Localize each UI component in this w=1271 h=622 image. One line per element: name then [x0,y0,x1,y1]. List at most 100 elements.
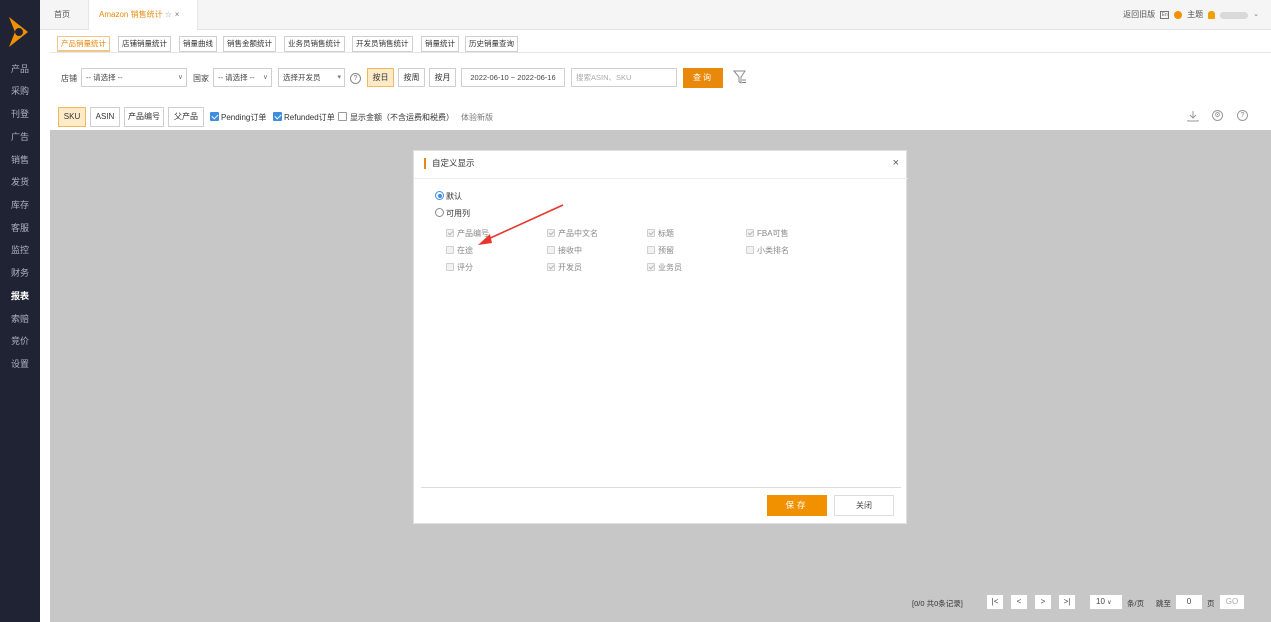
subtab[interactable]: 历史销量查询 [465,36,518,52]
dialog-title: 自定义显示 [424,158,475,169]
show-amount-label: 显示金额（不含运费和税费） [350,113,454,122]
close-icon[interactable]: × [175,10,180,19]
palette-icon [1174,11,1183,19]
subtab[interactable]: 产品销量统计 [57,36,110,52]
sidebar-item[interactable]: 采购 [0,85,40,97]
radio-available-columns[interactable] [435,208,444,217]
sidebar-item[interactable]: 索赔 [0,313,40,325]
sidebar-item[interactable]: 广告 [0,131,40,143]
pending-checkbox[interactable] [210,112,219,121]
show-amount-checkbox[interactable] [338,112,347,121]
sidebar: 产品采购刊登广告销售发货库存客服监控财务报表索赔竞价设置 [0,0,40,622]
column-checkbox[interactable] [746,229,754,237]
subtab[interactable]: 开发员销售统计 [352,36,413,52]
column-checkbox[interactable] [446,246,454,254]
sidebar-item[interactable]: 刊登 [0,108,40,120]
column-checkbox[interactable] [647,263,655,271]
settings-icon[interactable]: ⚙ [1212,110,1223,121]
country-select[interactable]: -- 请选择 -- ∨ [213,68,272,87]
column-checkbox-label: 评分 [457,263,473,272]
go-button[interactable]: GO [1219,594,1245,610]
column-checkbox[interactable] [547,263,555,271]
column-checkbox[interactable] [446,229,454,237]
developer-select[interactable]: 选择开发员 ▾ [278,68,345,87]
download-icon[interactable] [1187,110,1199,122]
query-button[interactable]: 查询 [683,68,723,88]
close-icon[interactable]: × [893,157,899,169]
prev-page-button[interactable]: < [1010,594,1028,610]
page-size-select[interactable]: 10 ∨ [1089,594,1123,610]
sidebar-item[interactable]: 库存 [0,199,40,211]
app-logo[interactable] [6,15,32,49]
sidebar-item[interactable]: 财务 [0,267,40,279]
screen-icon[interactable]: En [1160,11,1170,19]
sidebar-item[interactable]: 客服 [0,222,40,234]
user-icon [1208,11,1216,19]
new-version-link[interactable]: 体验新版 [461,112,493,123]
sidebar-item[interactable]: 设置 [0,358,40,370]
refunded-checkbox[interactable] [273,112,282,121]
parent-product-toggle[interactable]: 父产品 [168,107,204,127]
theme-button[interactable]: 主题 [1187,0,1203,30]
column-checkbox[interactable] [647,229,655,237]
column-checkbox[interactable] [746,246,754,254]
sidebar-item[interactable]: 竞价 [0,335,40,347]
top-right-tools: 返回旧版 En 主题 ⌄ [1123,0,1259,30]
save-button[interactable]: 保存 [767,495,827,516]
first-page-button[interactable]: |< [986,594,1004,610]
sidebar-item[interactable]: 销售 [0,154,40,166]
column-checkbox-label: FBA可售 [757,229,789,238]
radio-default[interactable] [435,191,444,200]
refunded-label: Refunded订单 [284,113,335,122]
by-month-button[interactable]: 按月 [429,68,456,87]
back-old-version-link[interactable]: 返回旧版 [1123,0,1155,30]
page-size-value: 10 [1096,597,1105,606]
filter-icon[interactable] [733,70,747,85]
subtab[interactable]: 销量曲线 [179,36,217,52]
column-checkbox-label: 预留 [658,246,674,255]
radio-available-label: 可用列 [446,209,470,218]
column-checkbox-label: 标题 [658,229,674,238]
sidebar-item[interactable]: 产品 [0,63,40,75]
tab-home[interactable]: 首页 [54,0,70,30]
goto-label: 跳至 [1156,599,1171,608]
date-range-input[interactable]: 2022-06-10 ~ 2022-06-16 [461,68,565,87]
next-page-button[interactable]: > [1034,594,1052,610]
shop-select[interactable]: -- 请选择 -- ∨ [81,68,187,87]
divider [50,52,1271,53]
close-button[interactable]: 关闭 [834,495,894,516]
by-day-button[interactable]: 按日 [367,68,394,87]
username[interactable] [1220,11,1249,19]
subtab[interactable]: 销售金额统计 [223,36,276,52]
search-input[interactable]: 搜索ASIN、SKU [571,68,677,87]
page-number-input[interactable]: 0 [1175,594,1203,610]
record-summary: [0/0 共0条记录] [912,599,963,608]
sidebar-item[interactable]: 报表 [0,290,40,302]
subtab[interactable]: 业务员销售统计 [284,36,345,52]
column-checkbox[interactable] [647,246,655,254]
by-week-button[interactable]: 按周 [398,68,425,87]
annotation-arrow-icon [478,204,564,245]
tab-label: Amazon 销售统计 [99,10,163,19]
subtab[interactable]: 店铺销量统计 [118,36,171,52]
help-icon[interactable]: ? [350,73,361,84]
sidebar-item[interactable]: 监控 [0,244,40,256]
column-checkbox-label: 开发员 [558,263,582,272]
caret-down-icon: ▾ [337,74,341,81]
product-no-toggle[interactable]: 产品编号 [124,107,164,127]
chevron-down-icon[interactable]: ⌄ [1253,0,1259,30]
chevron-down-icon: ∨ [177,74,183,81]
asin-toggle[interactable]: ASIN [90,107,120,127]
column-checkbox[interactable] [446,263,454,271]
last-page-button[interactable]: >| [1058,594,1076,610]
shop-select-value: -- 请选择 -- [86,73,123,82]
column-checkbox-label: 小类排名 [757,246,789,255]
sidebar-item[interactable]: 发货 [0,176,40,188]
tab-amazon-sales-stats[interactable]: Amazon 销售统计 ☆ × [88,0,198,30]
help-circle-icon[interactable]: ? [1237,110,1248,121]
developer-select-value: 选择开发员 [283,73,321,82]
star-icon[interactable]: ☆ [165,10,172,19]
radio-default-label: 默认 [446,192,462,201]
subtab[interactable]: 销量统计 [421,36,459,52]
sku-toggle[interactable]: SKU [58,107,86,127]
